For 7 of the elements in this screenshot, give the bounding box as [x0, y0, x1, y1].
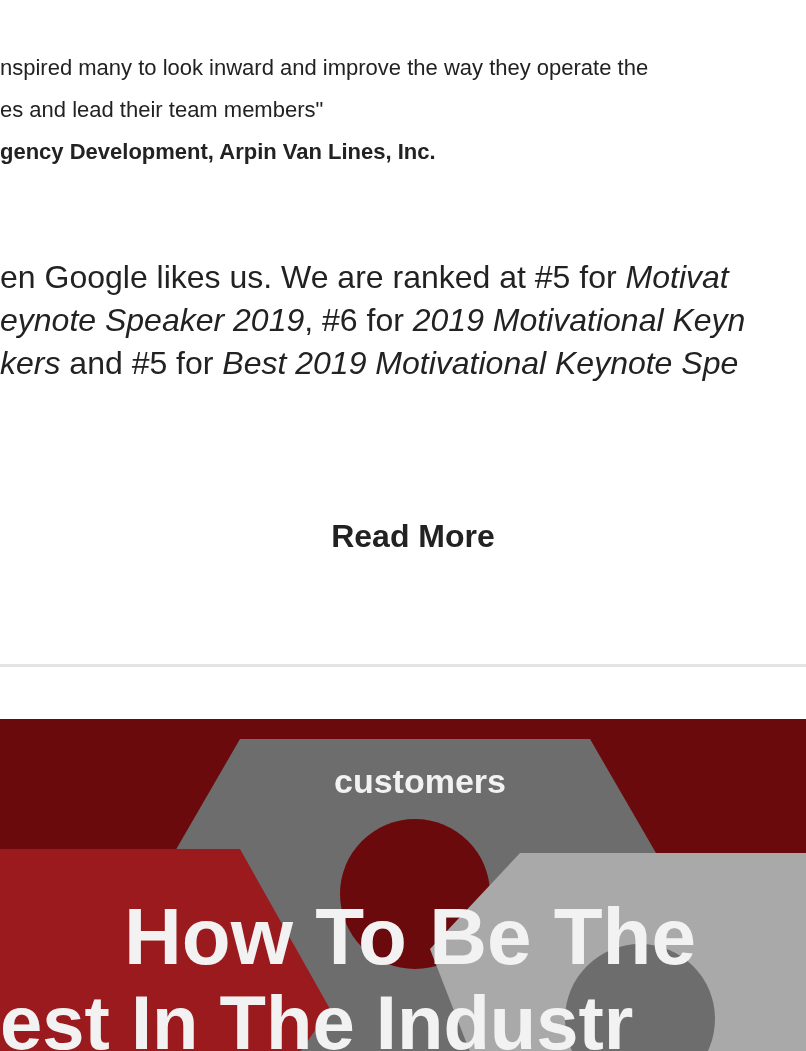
ranking-paragraph: en Google likes us. We are ranked at #5 for Motivat eynote Speaker 2019, #6 for 2019 Motivational Keyn kers and #5 for Best 2019 Motivational Keynote Spe: [0, 258, 747, 383]
banner-headline: est In The Industr: [0, 980, 634, 1051]
banner-tag-text: customers: [334, 762, 506, 800]
quote-attribution: gency Development, Arpin Van Lines, Inc.: [0, 138, 437, 166]
quote-text: es and lead their team members": [0, 96, 325, 124]
read-more-link[interactable]: Read More: [331, 516, 495, 556]
quote-text: nspired many to look inward and improve the way they operate the: [0, 54, 650, 82]
